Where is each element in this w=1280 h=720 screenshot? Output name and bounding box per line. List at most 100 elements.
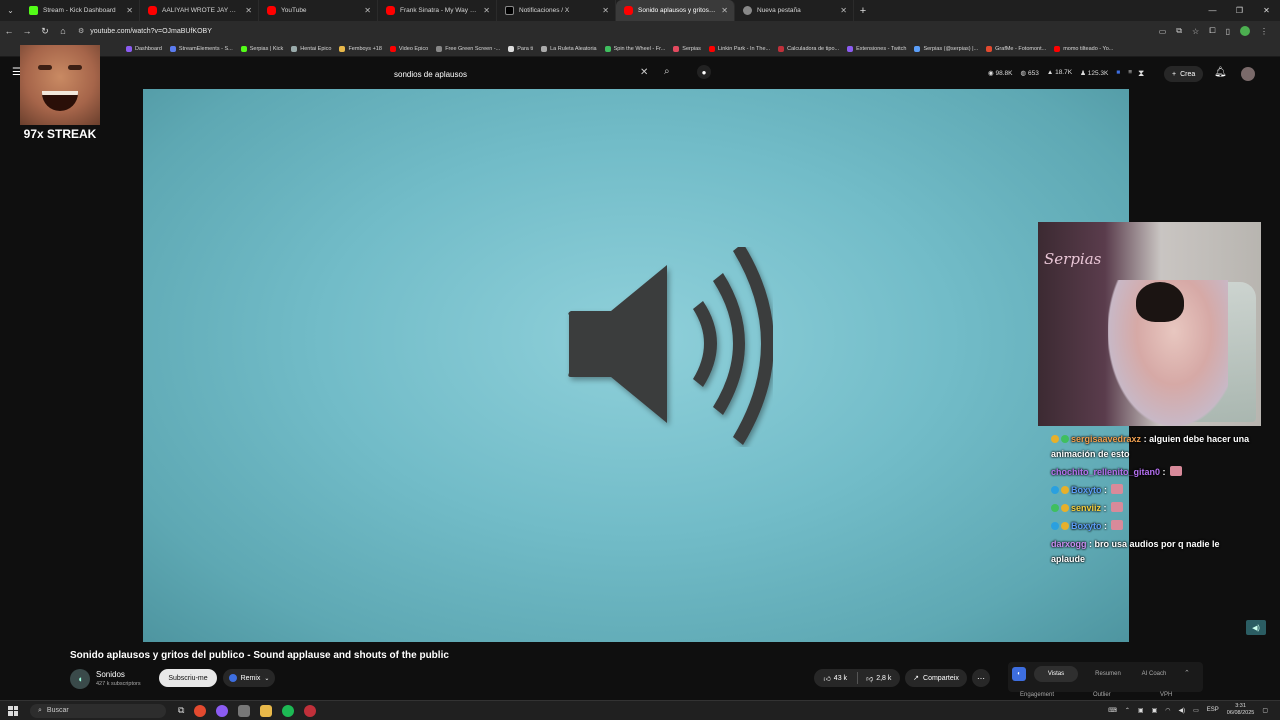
create-button[interactable]: + Crea [1164,66,1204,82]
bookmark-star-icon[interactable]: ☆ [1192,27,1199,36]
browser-tab[interactable]: Notificaciones / X ✕ [497,0,616,21]
taskbar-search[interactable]: ⌕ Buscar [30,703,166,718]
tray-chevron-icon[interactable]: ⌃ [1125,707,1130,714]
steam-icon[interactable] [238,704,251,717]
close-tab-icon[interactable]: ✕ [245,6,252,15]
browser-tab[interactable]: Stream - Kick Dashboard ✕ [21,0,140,21]
notifications-bell-icon[interactable]: 🔔︎ [1214,67,1227,78]
bookmark-item[interactable]: GrafMe - Fotomont... [986,45,1046,52]
extensions-icon[interactable]: ⧠ [1209,26,1215,36]
bookmark-item[interactable]: Para ti [508,45,533,52]
video-player[interactable] [143,89,1129,642]
cast-icon[interactable]: ▭ [1159,27,1167,36]
bookmark-item[interactable]: Serpias | Kick [240,45,283,52]
keyboard-icon[interactable]: ⌨ [1108,707,1117,714]
bookmark-favicon-icon [986,45,993,52]
sidepanel-icon[interactable]: ▯ [1226,27,1230,36]
tray-app-icon[interactable]: ▣ [1138,707,1144,714]
translate-icon[interactable]: ⧉ [1176,26,1182,36]
dislike-button[interactable]: 👎︎ 2,8 k [858,674,901,683]
volume-icon[interactable]: ◀) [1178,707,1185,714]
close-tab-icon[interactable]: ✕ [602,6,609,15]
bookmark-item[interactable]: Dashboard [126,45,162,52]
close-tab-icon[interactable]: ✕ [840,6,847,15]
new-tab-button[interactable]: + [854,5,872,17]
subscribe-button[interactable]: Subscriu-me [159,669,217,687]
battery-icon[interactable]: ▭ [1193,707,1199,714]
browser-tab[interactable]: Sonido aplausos y gritos de ✕ [616,0,735,21]
url-field[interactable]: ⚙ youtube.com/watch?v=OJmaBUfKOBY [78,24,1153,39]
tab-search-icon[interactable]: ⌄ [0,6,21,15]
extension-icon[interactable]: ■ [1116,69,1120,77]
tab-label: Frank Sinatra - My Way (Karao [400,7,478,14]
bookmark-item[interactable]: Hentai Epico [291,45,331,52]
maximize-icon[interactable]: ❐ [1226,6,1253,15]
remix-button[interactable]: Remix ⌄ [223,669,275,687]
ext-subtab-vph[interactable]: VPH [1160,692,1172,698]
task-view-icon[interactable]: ⧉ [178,705,184,716]
browser-tab[interactable]: Frank Sinatra - My Way (Karao ✕ [378,0,497,21]
home-icon[interactable]: ⌂ [54,26,72,36]
bookmark-item[interactable]: Extensiones - Twitch [847,45,906,52]
share-button[interactable]: ↗ Comparteix [905,669,967,687]
clock[interactable]: 3:31 06/08/2025 [1227,703,1255,717]
bookmark-item[interactable]: Spin the Wheel - Fr... [604,45,665,52]
broadcast-icon[interactable]: ⧗ [1138,68,1144,79]
browser-tab[interactable]: YouTube ✕ [259,0,378,21]
bookmark-item[interactable]: Linkin Park - In The... [708,45,770,52]
ext-tab-resumen[interactable]: Resumen [1086,666,1130,682]
search-input[interactable]: sondios de aplausos [384,65,684,83]
language-indicator[interactable]: ESP [1207,707,1219,713]
back-icon[interactable]: ← [0,26,18,36]
windows-start-icon[interactable] [8,705,18,716]
chat-message: sergisaavedraxz : alguien debe hacer una… [1051,432,1251,462]
user-avatar[interactable] [1241,67,1255,81]
close-tab-icon[interactable]: ✕ [721,6,728,15]
bookmark-favicon-icon [291,45,298,52]
collapse-icon[interactable]: ⌃ [1184,669,1190,677]
forward-icon[interactable]: → [18,26,36,36]
like-button[interactable]: 👍︎ 43 k [814,674,857,683]
bookmark-item[interactable]: Femboys +18 [339,45,382,52]
site-info-icon[interactable]: ⚙ [78,27,84,35]
minimize-icon[interactable]: — [1199,6,1226,15]
ext-subtab-engagement[interactable]: Engagement [1020,692,1054,698]
tray-app2-icon[interactable]: ▣ [1152,707,1158,714]
browser-tab[interactable]: Nueva pestaña ✕ [735,0,854,21]
channel-avatar[interactable]: ◖ [70,669,90,689]
file-explorer-icon[interactable] [260,704,273,717]
app-icon[interactable] [216,704,229,717]
bookmark-item[interactable]: Calculadora de tipo... [778,45,839,52]
bookmark-item[interactable]: StreamElements - S... [169,45,233,52]
microphone-icon[interactable]: ● [697,65,711,79]
search-icon[interactable]: ⌕ [664,66,670,77]
browser-menu-icon[interactable]: ⋮ [1260,27,1268,36]
spotify-icon[interactable] [282,704,295,717]
ext-tab-vistas[interactable]: Vistas [1034,666,1078,682]
obs-icon[interactable] [304,704,317,717]
bookmark-item[interactable]: Serpias [673,45,701,52]
close-tab-icon[interactable]: ✕ [483,6,490,15]
reload-icon[interactable]: ↻ [36,26,54,37]
channel-name[interactable]: Sonidos [96,670,125,679]
clear-search-icon[interactable]: ✕ [640,67,648,78]
wifi-icon[interactable]: ◠ [1165,707,1170,714]
notification-center-icon[interactable]: ▢ [1262,707,1268,714]
more-actions-button[interactable]: ⋯ [972,669,990,687]
bookmark-item[interactable]: Video Epico [389,45,428,52]
list-icon[interactable]: ≡ [1128,69,1132,77]
bookmark-item[interactable]: Serpias (@serpias) |... [914,45,978,52]
close-window-icon[interactable]: ✕ [1253,6,1280,15]
browser-tab[interactable]: AALIYAH WROTE JAY AN APOL ✕ [140,0,259,21]
header-stats: ◉ 98.8K ◍ 653 ▲ 18.7K ♟ 125.3K ■ ≡ [988,69,1132,77]
ext-tab-ai-coach[interactable]: AI Coach [1132,666,1176,682]
bookmark-item[interactable]: Free Green Screen -... [436,45,500,52]
close-tab-icon[interactable]: ✕ [126,6,133,15]
close-tab-icon[interactable]: ✕ [364,6,371,15]
ext-subtab-outlier[interactable]: Outlier [1093,692,1111,698]
profile-avatar[interactable] [1240,26,1250,36]
chrome-icon[interactable] [194,704,207,717]
overlay-audio-icon[interactable]: ◀) [1246,620,1266,635]
bookmark-item[interactable]: momo tilteado - Yo... [1054,45,1113,52]
bookmark-item[interactable]: La Ruleta Aleatoria [541,45,597,52]
